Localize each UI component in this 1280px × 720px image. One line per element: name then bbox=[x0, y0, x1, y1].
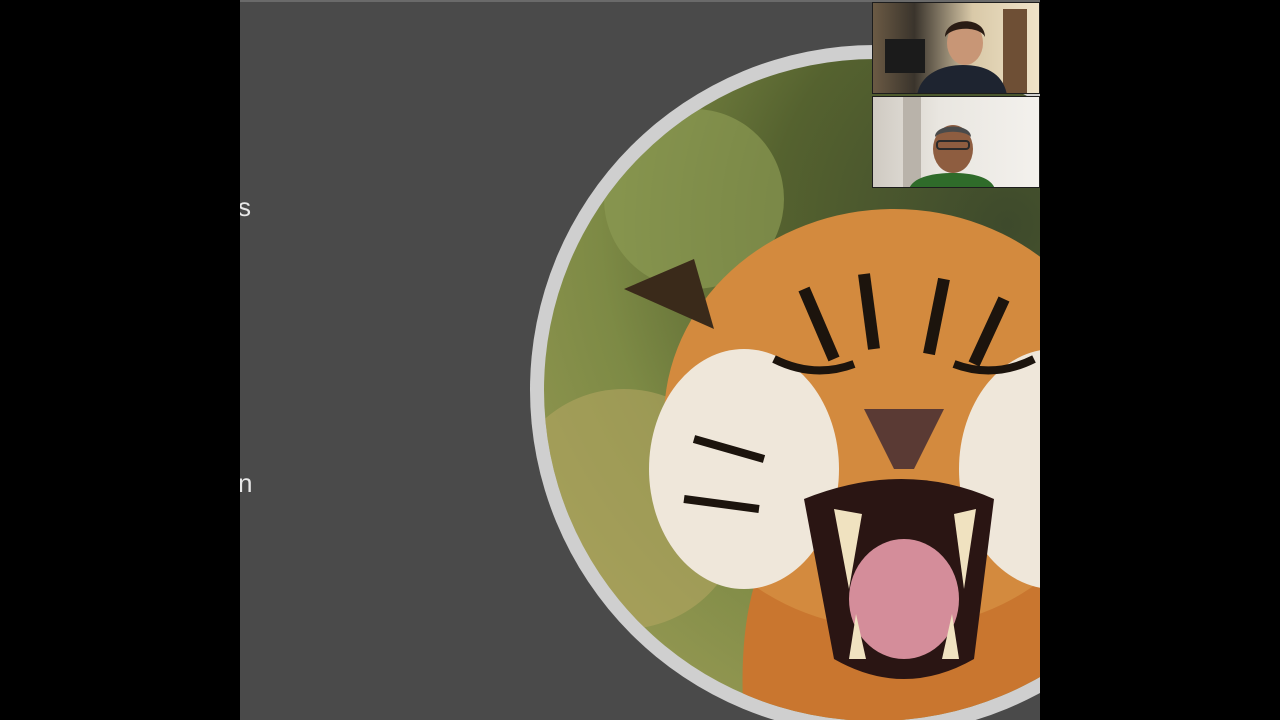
participant-video-tile[interactable] bbox=[872, 96, 1040, 188]
slide-text-fragment: n bbox=[240, 468, 253, 498]
participant-2-video bbox=[903, 97, 994, 187]
participant-video-tile[interactable] bbox=[872, 2, 1040, 94]
participant-1-video bbox=[885, 9, 1027, 93]
slide-text-fragment: s bbox=[240, 192, 251, 222]
